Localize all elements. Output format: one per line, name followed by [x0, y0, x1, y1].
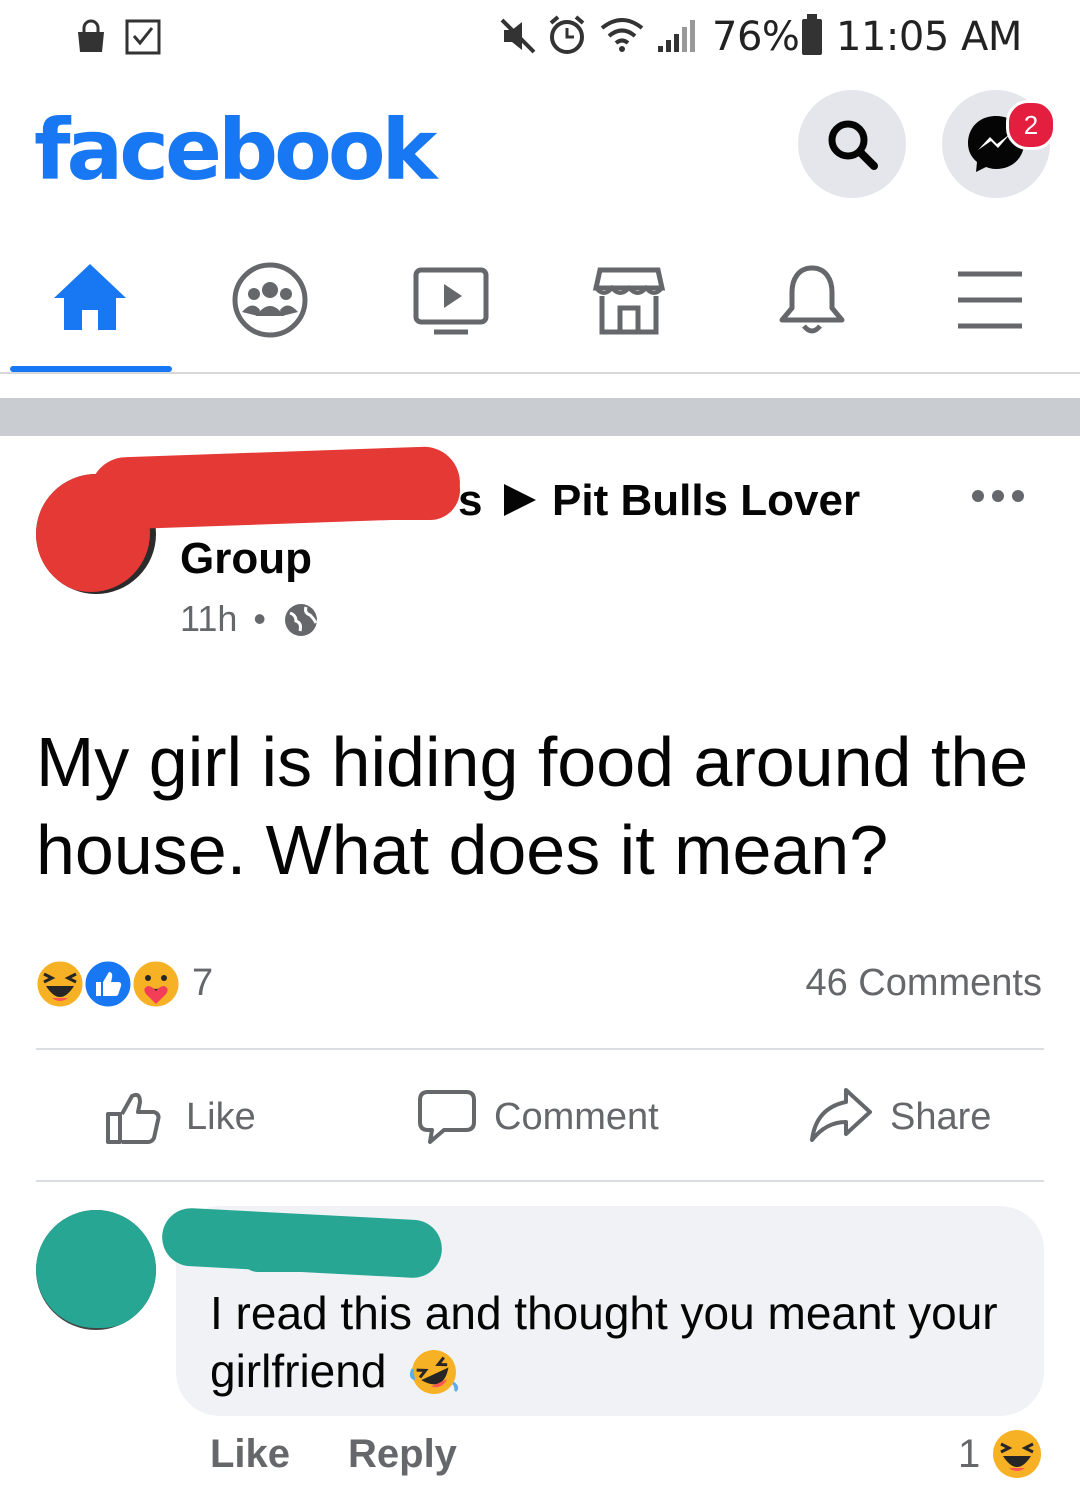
- mute-icon: [500, 18, 536, 54]
- share-button[interactable]: Share: [806, 1080, 1006, 1156]
- public-globe-icon: [285, 604, 318, 636]
- reaction-count[interactable]: 7: [192, 962, 213, 1005]
- facebook-logo[interactable]: facebook: [34, 100, 437, 200]
- like-label: Like: [186, 1096, 256, 1138]
- signal-icon: [658, 20, 695, 52]
- group-name[interactable]: Pit Bulls Lover: [552, 476, 860, 526]
- messenger-badge: 2: [1006, 100, 1056, 150]
- haha-reaction-icon[interactable]: [990, 1428, 1044, 1480]
- home-icon[interactable]: [50, 260, 130, 334]
- menu-icon[interactable]: [956, 270, 1024, 330]
- wifi-icon: [600, 18, 644, 52]
- post-meta: 11h •: [180, 598, 272, 640]
- post-timestamp[interactable]: 11h: [180, 598, 237, 639]
- search-icon: [828, 120, 878, 170]
- battery-icon: [802, 14, 822, 55]
- status-bar: 76% 11:05 AM: [0, 0, 1080, 76]
- more-options-icon[interactable]: [970, 486, 1026, 506]
- like-reaction-icon: [82, 958, 134, 1010]
- reactions-summary[interactable]: [34, 958, 184, 1010]
- author-name-fragment[interactable]: s: [458, 476, 482, 526]
- thumbs-up-icon: [106, 1092, 161, 1144]
- shopping-bag-icon: [78, 19, 104, 52]
- share-label: Share: [890, 1096, 992, 1138]
- haha-reaction-icon: [34, 958, 86, 1010]
- comment-icon: [418, 1090, 476, 1144]
- share-icon: [810, 1088, 872, 1142]
- divider: [36, 1180, 1044, 1182]
- comment-reaction-count[interactable]: 1: [958, 1432, 980, 1477]
- redaction-mark: [240, 1236, 440, 1272]
- watch-icon[interactable]: [412, 266, 490, 336]
- meta-separator: •: [253, 598, 267, 639]
- comment-label: Comment: [494, 1096, 659, 1138]
- comment-button[interactable]: Comment: [414, 1080, 684, 1156]
- alarm-icon: [549, 15, 585, 54]
- group-name-continued[interactable]: Group: [180, 534, 312, 584]
- comment-reply-button[interactable]: Reply: [348, 1432, 457, 1477]
- comment-like-button[interactable]: Like: [210, 1432, 290, 1477]
- marketplace-icon[interactable]: [592, 264, 666, 338]
- comments-count[interactable]: 46 Comments: [805, 962, 1042, 1005]
- battery-percent: 76%: [712, 14, 800, 60]
- search-button[interactable]: [798, 90, 906, 198]
- checklist-icon: [125, 19, 161, 55]
- like-button[interactable]: Like: [100, 1080, 300, 1156]
- clock: 11:05 AM: [836, 14, 1022, 60]
- nav-divider: [0, 372, 1080, 374]
- arrow-right-icon: [504, 484, 536, 516]
- divider: [36, 1048, 1044, 1050]
- groups-icon[interactable]: [230, 260, 310, 340]
- care-reaction-icon: [130, 958, 182, 1010]
- feed-separator: [0, 398, 1080, 436]
- post-text: My girl is hiding food around the house.…: [36, 723, 1029, 889]
- commenter-avatar[interactable]: [36, 1210, 156, 1330]
- redaction-mark: [180, 460, 460, 520]
- rofl-emoji-icon: [410, 1350, 459, 1394]
- nav-bar: [0, 230, 1080, 370]
- comment-body: I read this and thought you meant your g…: [210, 1287, 998, 1397]
- notifications-icon[interactable]: [776, 262, 848, 338]
- comment-text: I read this and thought you meant your g…: [210, 1284, 1030, 1400]
